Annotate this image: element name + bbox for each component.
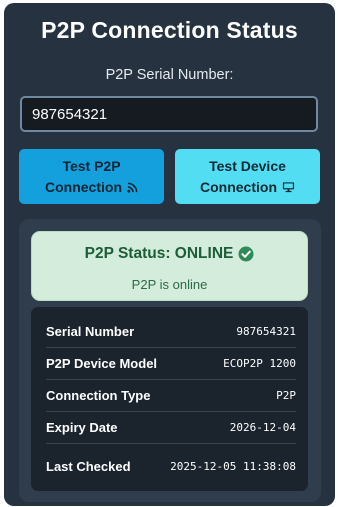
status-panel: P2P Status: ONLINE P2P is online Serial … (19, 219, 321, 502)
detail-label: P2P Device Model (46, 356, 158, 371)
desktop-icon (282, 182, 295, 193)
test-p2p-label-line1: Test P2P (62, 157, 121, 174)
check-circle-icon (238, 246, 254, 262)
test-device-label-line2: Connection (200, 178, 277, 195)
rss-icon (127, 182, 138, 193)
p2p-status-window: P2P Connection Status P2P Serial Number:… (4, 3, 335, 506)
detail-label: Expiry Date (46, 420, 118, 435)
serial-number-label: P2P Serial Number: (105, 67, 234, 83)
page-title: P2P Connection Status (41, 17, 298, 43)
detail-value: 2026-12-04 (229, 421, 296, 434)
detail-row-serial-number: Serial Number 987654321 (46, 316, 296, 348)
detail-label: Serial Number (46, 324, 135, 339)
status-message: P2P is online (131, 277, 208, 292)
detail-value: ECOP2P 1200 (223, 357, 296, 370)
details-table: Serial Number 987654321 P2P Device Model… (31, 307, 308, 491)
test-p2p-connection-button[interactable]: Test P2P Connection (19, 149, 164, 204)
status-title: P2P Status: ONLINE (84, 245, 234, 262)
detail-value: P2P (276, 389, 296, 402)
status-banner: P2P Status: ONLINE P2P is online (31, 231, 308, 301)
serial-number-input[interactable] (20, 96, 318, 132)
detail-row-last-checked: Last Checked 2025-12-05 11:38:08 (46, 450, 296, 482)
test-device-connection-button[interactable]: Test Device Connection (175, 149, 320, 204)
detail-value: 2025-12-05 11:38:08 (170, 459, 296, 473)
detail-row-connection-type: Connection Type P2P (46, 380, 296, 412)
detail-row-device-model: P2P Device Model ECOP2P 1200 (46, 348, 296, 380)
detail-label: Connection Type (46, 388, 151, 403)
detail-row-expiry-date: Expiry Date 2026-12-04 (46, 412, 296, 444)
detail-label: Last Checked (46, 458, 131, 474)
test-p2p-label-line2: Connection (45, 178, 122, 195)
test-device-label-line1: Test Device (209, 157, 286, 174)
detail-value: 987654321 (236, 325, 296, 338)
